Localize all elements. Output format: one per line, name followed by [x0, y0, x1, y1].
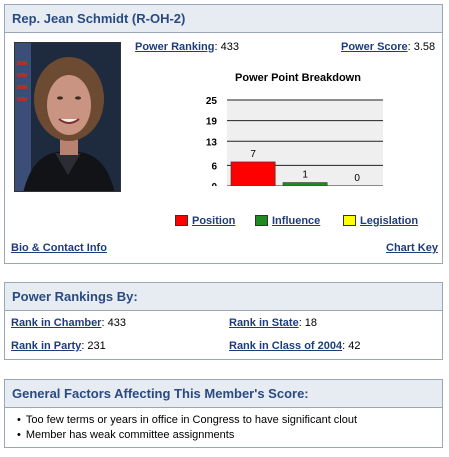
chart-y-tick-label: 25 — [206, 96, 218, 107]
factor-item: Too few terms or years in office in Cong… — [17, 413, 357, 428]
rank-state-link[interactable]: Rank in State — [229, 317, 299, 329]
power-ranking: Power Ranking: 433 — [135, 41, 239, 53]
factor-item: Member has weak committee assignments — [17, 428, 357, 443]
legend-influence-swatch — [255, 215, 268, 226]
legend-legislation-swatch — [343, 215, 356, 226]
chart-title: Power Point Breakdown — [235, 72, 361, 84]
legend-position-label[interactable]: Position — [192, 215, 235, 227]
legend-influence[interactable]: Influence — [255, 215, 320, 229]
chart-y-tick-label: 19 — [206, 117, 218, 128]
rank-party-link[interactable]: Rank in Party — [11, 340, 81, 352]
bio-contact-link[interactable]: Bio & Contact Info — [11, 242, 107, 254]
chart-bar-influence — [282, 182, 328, 186]
power-score: Power Score: 3.58 — [341, 41, 435, 53]
power-point-chart: Power Point Breakdown 0 6 13 19 25 7 1 0 — [203, 72, 393, 197]
power-rankings-panel: Power Rankings By: Rank in Chamber: 433 … — [4, 282, 443, 360]
legend-legislation[interactable]: Legislation — [343, 215, 418, 229]
chart-y-tick-label: 0 — [211, 182, 217, 186]
rank-state: Rank in State: 18 — [229, 317, 317, 329]
chart-bar-position — [230, 161, 276, 186]
rank-class-value: : 42 — [342, 340, 361, 352]
power-rankings-header: Power Rankings By: — [5, 283, 442, 311]
power-score-value: : 3.58 — [407, 41, 436, 53]
member-photo — [14, 42, 121, 192]
chart-svg: 0 6 13 19 25 7 1 0 — [206, 96, 383, 186]
member-panel: Rep. Jean Schmidt (R-OH-2) Power Ranking… — [4, 4, 443, 264]
power-ranking-value: : 433 — [214, 41, 239, 53]
chart-y-tick-label: 6 — [211, 161, 217, 172]
legend-position-swatch — [175, 215, 188, 226]
rank-chamber-value: : 433 — [101, 317, 126, 329]
chart-y-tick-label: 13 — [206, 137, 218, 148]
chart-data-label: 1 — [302, 170, 308, 181]
chart-key-link[interactable]: Chart Key — [386, 242, 438, 254]
factors-list: Too few terms or years in office in Cong… — [17, 413, 357, 443]
member-name-header: Rep. Jean Schmidt (R-OH-2) — [5, 5, 442, 33]
power-score-link[interactable]: Power Score — [341, 41, 408, 53]
bio-contact[interactable]: Bio & Contact Info — [11, 242, 107, 254]
rank-chamber-link[interactable]: Rank in Chamber — [11, 317, 101, 329]
chart-key[interactable]: Chart Key — [386, 242, 438, 254]
legend-position[interactable]: Position — [175, 215, 235, 229]
factors-panel: General Factors Affecting This Member's … — [4, 379, 443, 448]
rank-chamber: Rank in Chamber: 433 — [11, 317, 126, 329]
rank-class-link[interactable]: Rank in Class of 2004 — [229, 340, 342, 352]
legend-legislation-label[interactable]: Legislation — [360, 215, 418, 227]
rank-party-value: : 231 — [81, 340, 106, 352]
factors-header: General Factors Affecting This Member's … — [5, 380, 442, 408]
rank-state-value: : 18 — [298, 317, 318, 329]
legend-influence-label[interactable]: Influence — [272, 215, 320, 227]
rank-class: Rank in Class of 2004: 42 — [229, 340, 360, 352]
rank-party: Rank in Party: 231 — [11, 340, 106, 352]
power-ranking-link[interactable]: Power Ranking — [135, 41, 214, 53]
chart-data-label: 7 — [250, 149, 256, 160]
chart-data-label: 0 — [354, 173, 360, 184]
